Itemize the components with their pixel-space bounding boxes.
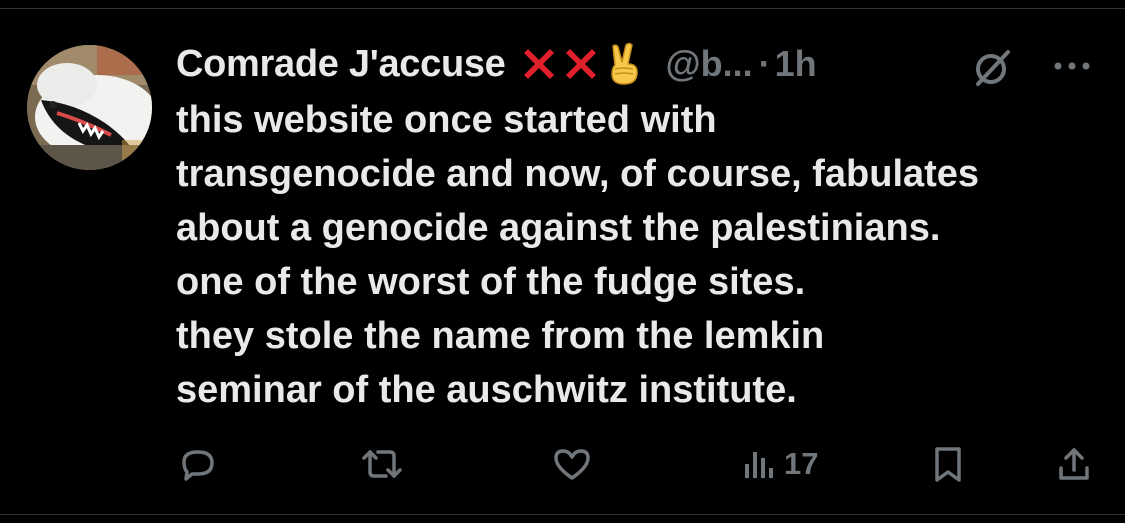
tweet-text: this website once started with transgeno… xyxy=(176,93,1111,417)
cross-mark-icon xyxy=(518,43,560,85)
bookmark-icon xyxy=(930,442,966,486)
display-name[interactable]: Comrade J'accuse xyxy=(176,43,506,86)
avatar[interactable] xyxy=(27,45,152,170)
views-count: 17 xyxy=(784,446,819,481)
views-icon xyxy=(742,442,778,486)
like-button[interactable] xyxy=(550,442,594,486)
repost-button[interactable] xyxy=(358,442,406,486)
tweet-text-line: this website once started with xyxy=(176,99,717,141)
tweet-text-line: one of the worst of the fudge sites. xyxy=(176,261,806,303)
name-emoji-group xyxy=(518,42,644,86)
bottom-divider xyxy=(0,514,1125,515)
more-options-icon[interactable] xyxy=(1048,54,1096,78)
bookmark-button[interactable] xyxy=(930,442,966,486)
tweet[interactable]: Comrade J'accuse @b... · 1h this website… xyxy=(0,0,1125,523)
repost-icon xyxy=(358,442,406,486)
victory-hand-icon xyxy=(604,42,644,86)
timestamp[interactable]: 1h xyxy=(775,43,817,85)
grok-icon[interactable] xyxy=(970,44,1016,90)
user-handle[interactable]: @b... xyxy=(666,43,753,85)
tweet-header: Comrade J'accuse @b... · 1h xyxy=(176,38,1106,90)
cross-mark-icon xyxy=(560,43,602,85)
reply-icon xyxy=(176,442,220,486)
views-button[interactable]: 17 xyxy=(742,442,818,486)
tweet-text-line: about a genocide against the palestinian… xyxy=(176,207,941,249)
heart-icon xyxy=(550,442,594,486)
separator-dot: · xyxy=(758,43,771,84)
share-icon xyxy=(1054,442,1094,486)
tweet-text-line: transgenocide and now, of course, fabula… xyxy=(176,153,980,195)
tweet-text-line: they stole the name from the lemkin xyxy=(176,315,825,357)
share-button[interactable] xyxy=(1054,442,1094,486)
reply-button[interactable] xyxy=(176,442,220,486)
tweet-text-line: seminar of the auschwitz institute. xyxy=(176,369,797,411)
